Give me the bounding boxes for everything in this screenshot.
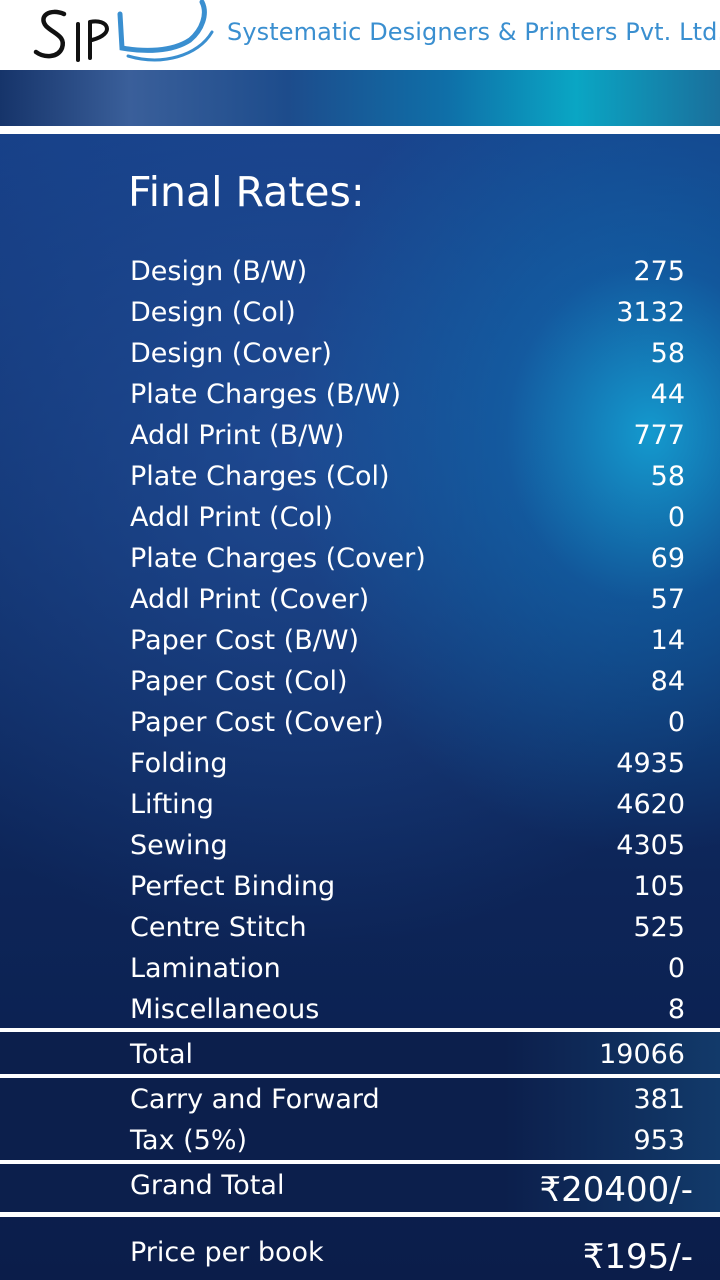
rate-value: 0 bbox=[667, 953, 685, 984]
rate-row: Lamination 0 bbox=[130, 948, 685, 989]
rate-value: 4935 bbox=[616, 748, 685, 779]
rate-label: Plate Charges (Cover) bbox=[130, 543, 426, 574]
company-logo bbox=[33, 0, 214, 62]
rate-row: Lifting 4620 bbox=[130, 784, 685, 825]
rate-value: 777 bbox=[633, 420, 685, 451]
rate-label: Addl Print (Col) bbox=[130, 502, 333, 533]
rate-label: Addl Print (B/W) bbox=[130, 420, 345, 451]
rate-label: Paper Cost (Cover) bbox=[130, 707, 384, 738]
rate-row: Centre Stitch 525 bbox=[130, 907, 685, 948]
rate-row: Plate Charges (B/W) 44 bbox=[130, 374, 685, 415]
rate-value: 44 bbox=[650, 379, 685, 410]
rate-label: Lifting bbox=[130, 789, 214, 820]
rate-value: 3132 bbox=[616, 297, 685, 328]
rate-label: Plate Charges (B/W) bbox=[130, 379, 402, 410]
grand-total-value: ₹20400/- bbox=[539, 1170, 693, 1210]
grand-total-label: Grand Total bbox=[130, 1170, 285, 1201]
rate-row: Design (Col) 3132 bbox=[130, 292, 685, 333]
rate-label: Paper Cost (B/W) bbox=[130, 625, 360, 656]
grand-total-row: Grand Total ₹20400/- bbox=[130, 1166, 693, 1212]
carry-forward-row: Carry and Forward 381 bbox=[130, 1079, 685, 1120]
app-header: Systematic Designers & Printers Pvt. Ltd… bbox=[0, 0, 720, 70]
rate-row: Addl Print (B/W) 777 bbox=[130, 415, 685, 456]
rate-label: Miscellaneous bbox=[130, 994, 320, 1025]
carry-forward-value: 381 bbox=[633, 1084, 685, 1115]
rate-row: Miscellaneous 8 bbox=[130, 989, 685, 1030]
rate-value: 525 bbox=[633, 912, 685, 943]
rate-row: Plate Charges (Col) 58 bbox=[130, 456, 685, 497]
rate-value: 8 bbox=[667, 994, 685, 1025]
rate-value: 105 bbox=[633, 871, 685, 902]
total-label: Total bbox=[130, 1039, 194, 1070]
rate-value: 0 bbox=[667, 707, 685, 738]
rate-row: Paper Cost (Col) 84 bbox=[130, 661, 685, 702]
rate-row: Addl Print (Col) 0 bbox=[130, 497, 685, 538]
rate-value: 0 bbox=[667, 502, 685, 533]
rate-value: 57 bbox=[650, 584, 685, 615]
tax-row: Tax (5%) 953 bbox=[130, 1120, 685, 1161]
rate-row: Paper Cost (B/W) 14 bbox=[130, 620, 685, 661]
rate-label: Lamination bbox=[130, 953, 281, 984]
rate-label: Folding bbox=[130, 748, 228, 779]
rate-row: Addl Print (Cover) 57 bbox=[130, 579, 685, 620]
rate-label: Centre Stitch bbox=[130, 912, 307, 943]
company-name: Systematic Designers & Printers Pvt. Ltd… bbox=[227, 18, 720, 46]
total-row: Total 19066 bbox=[130, 1034, 685, 1075]
rate-label: Design (Cover) bbox=[130, 338, 332, 369]
tax-label: Tax (5%) bbox=[130, 1125, 248, 1156]
rate-row: Perfect Binding 105 bbox=[130, 866, 685, 907]
rate-value: 4620 bbox=[616, 789, 685, 820]
rate-value: 84 bbox=[650, 666, 685, 697]
rate-row: Folding 4935 bbox=[130, 743, 685, 784]
rate-row: Design (Cover) 58 bbox=[130, 333, 685, 374]
tax-value: 953 bbox=[633, 1125, 685, 1156]
header-banner bbox=[0, 70, 720, 126]
total-value: 19066 bbox=[599, 1039, 685, 1070]
page-title: Final Rates: bbox=[128, 168, 365, 216]
price-per-book-row: Price per book ₹195/- bbox=[130, 1232, 693, 1278]
rate-row: Paper Cost (Cover) 0 bbox=[130, 702, 685, 743]
rate-label: Plate Charges (Col) bbox=[130, 461, 390, 492]
rate-value: 275 bbox=[633, 256, 685, 287]
rate-value: 14 bbox=[650, 625, 685, 656]
rate-value: 58 bbox=[650, 338, 685, 369]
rate-row: Design (B/W) 275 bbox=[130, 251, 685, 292]
rate-label: Addl Print (Cover) bbox=[130, 584, 370, 615]
price-per-book-value: ₹195/- bbox=[582, 1237, 693, 1277]
rate-label: Paper Cost (Col) bbox=[130, 666, 348, 697]
rate-label: Design (B/W) bbox=[130, 256, 308, 287]
rate-label: Sewing bbox=[130, 830, 228, 861]
rate-row: Sewing 4305 bbox=[130, 825, 685, 866]
rate-value: 4305 bbox=[616, 830, 685, 861]
divider bbox=[0, 1212, 720, 1217]
rate-row: Plate Charges (Cover) 69 bbox=[130, 538, 685, 579]
rate-value: 69 bbox=[650, 543, 685, 574]
price-per-book-label: Price per book bbox=[130, 1237, 324, 1268]
rate-label: Design (Col) bbox=[130, 297, 296, 328]
divider bbox=[0, 126, 720, 134]
carry-forward-label: Carry and Forward bbox=[130, 1084, 380, 1115]
rate-value: 58 bbox=[650, 461, 685, 492]
rate-label: Perfect Binding bbox=[130, 871, 336, 902]
